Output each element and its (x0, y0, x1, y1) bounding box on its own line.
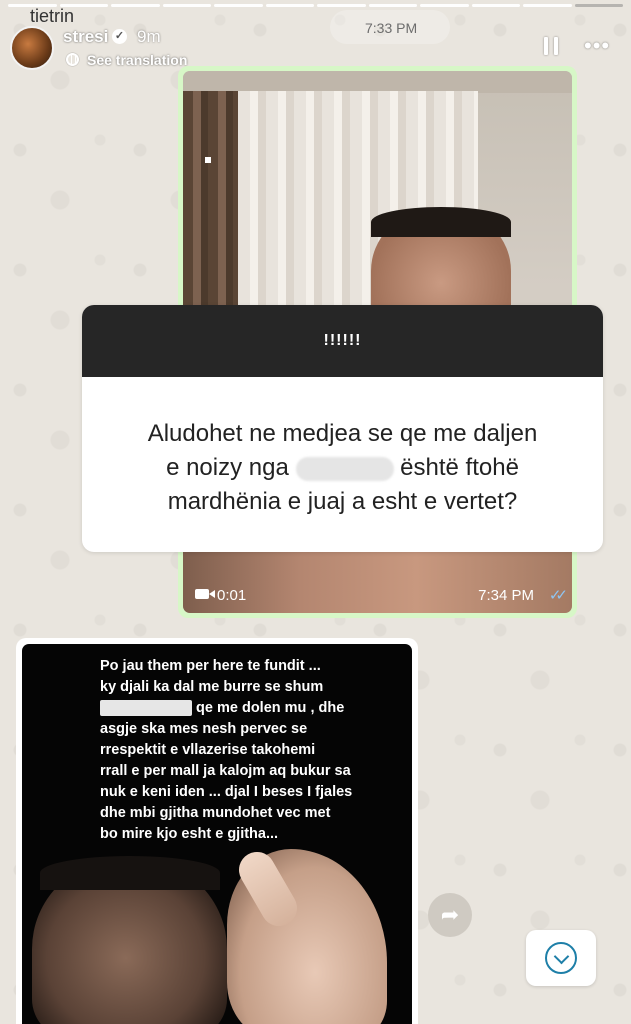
reply-line: nuk e keni iden ... djal I beses I fjale… (100, 784, 353, 800)
reply-line: ky djali ka dal me burre se shum (100, 679, 324, 695)
reply-line: rrall e per mall ja kalojm aq bukur sa (100, 763, 351, 779)
question-header: !!!!!! (82, 305, 603, 377)
redacted-blur (295, 456, 394, 481)
reply-line: bo mire kjo esht e gjitha... (100, 826, 279, 842)
video-person-hair (371, 207, 511, 237)
pause-icon[interactable] (544, 37, 558, 55)
scroll-down-button[interactable] (526, 930, 596, 986)
reply-line: asgje ska mes nesh pervec se (100, 721, 308, 737)
progress-segment (420, 4, 469, 7)
chat-time: 7:33 PM (365, 20, 418, 36)
globe-icon (66, 53, 79, 66)
story-progress-bars (8, 4, 623, 7)
progress-segment (162, 4, 211, 7)
question-line-end: është ftohë (400, 454, 519, 481)
posted-ago: 9m (137, 27, 161, 46)
progress-segment (265, 4, 314, 7)
reply-image-bubble[interactable]: Po jau them per here te fundit ... ky dj… (16, 638, 418, 1024)
verified-badge-icon: ✓ (112, 29, 127, 44)
progress-segment (214, 4, 263, 7)
video-camera-icon (195, 589, 215, 599)
reply-text: Po jau them per here te fundit ... ky dj… (100, 656, 410, 845)
reply-line: qe me dolen mu , dhe (100, 698, 410, 719)
double-check-icon: ✓✓ (548, 587, 568, 604)
video-curtain-dark (183, 91, 238, 331)
progress-segment (471, 4, 520, 7)
progress-segment (111, 4, 160, 7)
share-icon[interactable]: ➦ (428, 893, 472, 937)
reply-line-end: qe me dolen mu , dhe (196, 700, 345, 716)
question-line: e noizy nga është ftohë (112, 451, 573, 485)
progress-segment (523, 4, 572, 7)
video-ceiling (183, 71, 572, 93)
reply-image: Po jau them per here te fundit ... ky dj… (22, 644, 412, 1024)
video-timestamp: 7:34 PM (478, 587, 534, 604)
white-dot (205, 157, 211, 163)
progress-segment (368, 4, 417, 7)
chevron-down-icon (545, 942, 577, 974)
video-duration: 0:01 (217, 587, 247, 604)
reply-line: Po jau them per here te fundit ... (100, 658, 321, 674)
redacted-blur (100, 700, 192, 717)
progress-segment (317, 4, 366, 7)
story-username[interactable]: stresi (63, 27, 108, 47)
question-line: mardhënia e juaj a esht e vertet? (167, 488, 518, 515)
progress-segment-current (574, 4, 623, 7)
question-sticker[interactable]: !!!!!! Aludohet ne medjea se qe me dalje… (82, 305, 603, 552)
reply-line: rrespektit e vllazerise takohemi (100, 742, 316, 758)
avatar[interactable] (10, 26, 54, 70)
question-line: Aludohet ne medjea se qe me daljen (147, 420, 538, 447)
see-translation-link[interactable]: See translation (87, 52, 187, 68)
more-icon[interactable]: ••• (584, 35, 610, 57)
reply-line: dhe mbi gjitha mundohet vec met (100, 805, 331, 821)
reply-person-hair (40, 856, 220, 890)
question-text: Aludohet ne medjea se qe me daljen e noi… (82, 377, 603, 519)
question-line-start: e noizy nga (166, 454, 289, 481)
chat-contact-name: tietrin (30, 6, 75, 26)
